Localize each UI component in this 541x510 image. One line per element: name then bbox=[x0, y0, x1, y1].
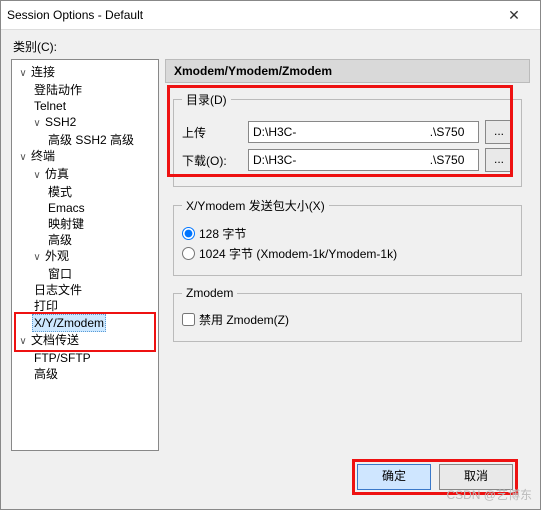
download-browse-button[interactable]: ... bbox=[485, 148, 513, 172]
packet-128-radio[interactable] bbox=[182, 227, 195, 240]
packet-size-group: X/Ymodem 发送包大小(X) 128 字节 1024 字节 (Xmodem… bbox=[173, 197, 522, 276]
zmodem-legend: Zmodem bbox=[182, 286, 237, 300]
tree-item-log-file[interactable]: 日志文件 bbox=[32, 282, 156, 298]
dialog-footer: 确定 取消 bbox=[11, 451, 530, 503]
download-label: 下载(O): bbox=[182, 152, 242, 169]
tree-item-window[interactable]: 窗口 bbox=[46, 266, 156, 282]
packet-1024-radio[interactable] bbox=[182, 247, 195, 260]
category-label: 类别(C): bbox=[13, 38, 530, 55]
tree-item-file-transfer[interactable]: ∨文档传送 FTP/SFTP 高级 bbox=[18, 332, 156, 382]
tree-item-mapped-keys[interactable]: 映射键 bbox=[46, 216, 156, 232]
tree-item-ssh2-advanced[interactable]: 高级 SSH2 高级 bbox=[46, 132, 156, 148]
download-path-input[interactable] bbox=[248, 149, 479, 171]
tree-item-printing[interactable]: 打印 bbox=[32, 298, 156, 314]
disable-zmodem-label: 禁用 Zmodem(Z) bbox=[199, 311, 289, 328]
tree-item-advanced2[interactable]: 高级 bbox=[32, 366, 156, 382]
tree-item-modes[interactable]: 模式 bbox=[46, 184, 156, 200]
titlebar: Session Options - Default ✕ bbox=[1, 1, 540, 30]
packet-size-legend: X/Ymodem 发送包大小(X) bbox=[182, 197, 329, 214]
packet-128-label: 128 字节 bbox=[199, 225, 246, 242]
upload-browse-button[interactable]: ... bbox=[485, 120, 513, 144]
zmodem-group: Zmodem 禁用 Zmodem(Z) bbox=[173, 286, 522, 342]
highlight-box-buttons: 确定 取消 bbox=[352, 459, 518, 495]
tree-item-login-actions[interactable]: 登陆动作 bbox=[32, 82, 156, 98]
tree-item-advanced[interactable]: 高级 bbox=[46, 232, 156, 248]
tree-item-connection[interactable]: ∨连接 登陆动作 Telnet ∨SSH2 高级 SSH2 高级 bbox=[18, 64, 156, 148]
tree-item-emulation[interactable]: ∨仿真 模式 Emacs 映射键 高级 bbox=[32, 166, 156, 248]
tree-item-ssh2[interactable]: ∨SSH2 高级 SSH2 高级 bbox=[32, 114, 156, 148]
tree-item-emacs[interactable]: Emacs bbox=[46, 200, 156, 216]
settings-panel: Xmodem/Ymodem/Zmodem 目录(D) 上传 ... 下载(O): bbox=[165, 59, 530, 451]
panel-title: Xmodem/Ymodem/Zmodem bbox=[165, 59, 530, 83]
session-options-window: Session Options - Default ✕ 类别(C): ∨连接 登… bbox=[0, 0, 541, 510]
disable-zmodem-checkbox[interactable] bbox=[182, 313, 195, 326]
tree-item-xyzmodem[interactable]: X/Y/Zmodem bbox=[32, 314, 156, 332]
tree-item-appearance[interactable]: ∨外观 窗口 bbox=[32, 248, 156, 282]
directories-group: 目录(D) 上传 ... 下载(O): ... bbox=[173, 91, 522, 187]
tree-item-ftp-sftp[interactable]: FTP/SFTP bbox=[32, 350, 156, 366]
packet-1024-label: 1024 字节 (Xmodem-1k/Ymodem-1k) bbox=[199, 245, 397, 262]
directories-legend: 目录(D) bbox=[182, 91, 231, 108]
dialog-body: 类别(C): ∨连接 登陆动作 Telnet ∨SSH2 高级 SSH2 高级 … bbox=[1, 30, 540, 509]
category-tree[interactable]: ∨连接 登陆动作 Telnet ∨SSH2 高级 SSH2 高级 ∨终端 ∨仿真 bbox=[11, 59, 159, 451]
close-icon[interactable]: ✕ bbox=[494, 7, 534, 24]
cancel-button[interactable]: 取消 bbox=[439, 464, 513, 490]
upload-label: 上传 bbox=[182, 124, 242, 141]
tree-item-telnet[interactable]: Telnet bbox=[32, 98, 156, 114]
upload-path-input[interactable] bbox=[248, 121, 479, 143]
tree-item-terminal[interactable]: ∨终端 ∨仿真 模式 Emacs 映射键 高级 ∨外观 bbox=[18, 148, 156, 332]
ok-button[interactable]: 确定 bbox=[357, 464, 431, 490]
window-title: Session Options - Default bbox=[7, 8, 494, 22]
